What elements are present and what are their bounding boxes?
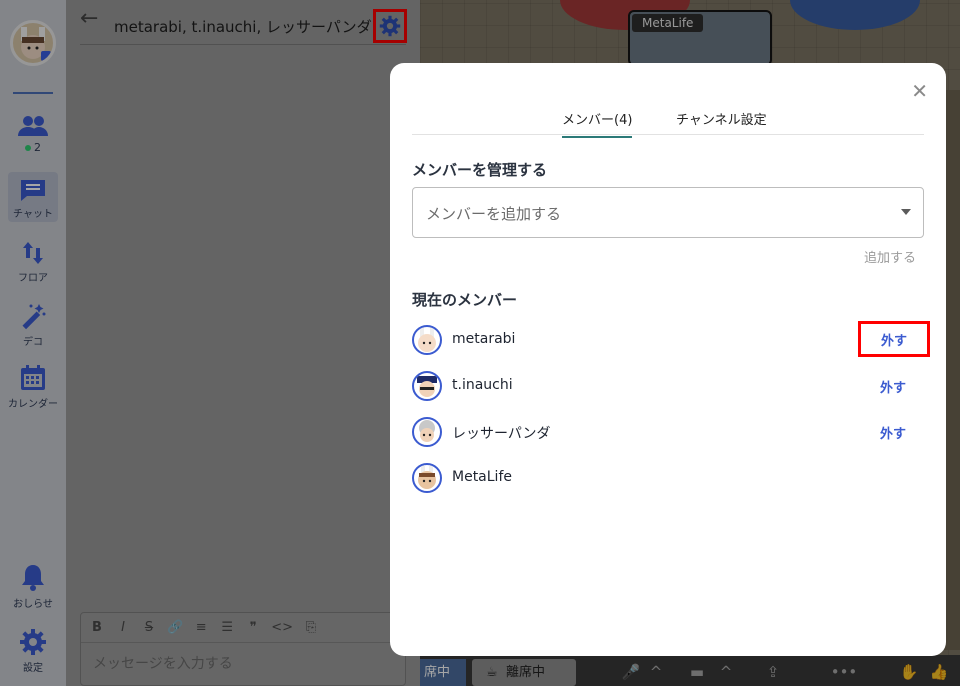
member-name: MetaLife — [452, 469, 512, 485]
remove-member-button[interactable]: 外す — [880, 423, 906, 442]
dialog-tabs: メンバー(4) チャンネル設定 — [412, 103, 924, 138]
member-name: レッサーパンダ — [452, 426, 551, 442]
remove-label: 外す — [880, 333, 907, 349]
member-row: metarabi 外す — [412, 321, 930, 357]
add-member-placeholder: メンバーを追加する — [426, 205, 562, 223]
tab-members[interactable]: メンバー(4) — [562, 109, 633, 138]
add-member-select[interactable]: メンバーを追加する — [412, 187, 924, 238]
member-name: t.inauchi — [452, 377, 513, 393]
member-row: レッサーパンダ 外す — [412, 415, 924, 449]
member-row: MetaLife — [412, 461, 924, 495]
add-member-button[interactable]: 追加する — [864, 247, 916, 266]
member-avatar — [412, 417, 442, 447]
channel-members-dialog: ✕ メンバー(4) チャンネル設定 メンバーを管理する メンバーを追加する 追加… — [390, 63, 946, 656]
member-avatar — [412, 325, 442, 355]
member-name: metarabi — [452, 331, 516, 347]
remove-member-button[interactable]: 外す — [880, 377, 906, 396]
member-avatar — [412, 463, 442, 493]
member-row: t.inauchi 外す — [412, 369, 924, 403]
tab-channel-settings[interactable]: チャンネル設定 — [676, 109, 767, 136]
member-avatar — [412, 371, 442, 401]
manage-members-title: メンバーを管理する — [412, 161, 548, 179]
remove-member-button[interactable]: 外す — [858, 321, 930, 357]
chevron-down-icon — [901, 209, 911, 215]
current-members-title: 現在のメンバー — [412, 291, 518, 309]
close-icon[interactable]: ✕ — [911, 79, 928, 103]
